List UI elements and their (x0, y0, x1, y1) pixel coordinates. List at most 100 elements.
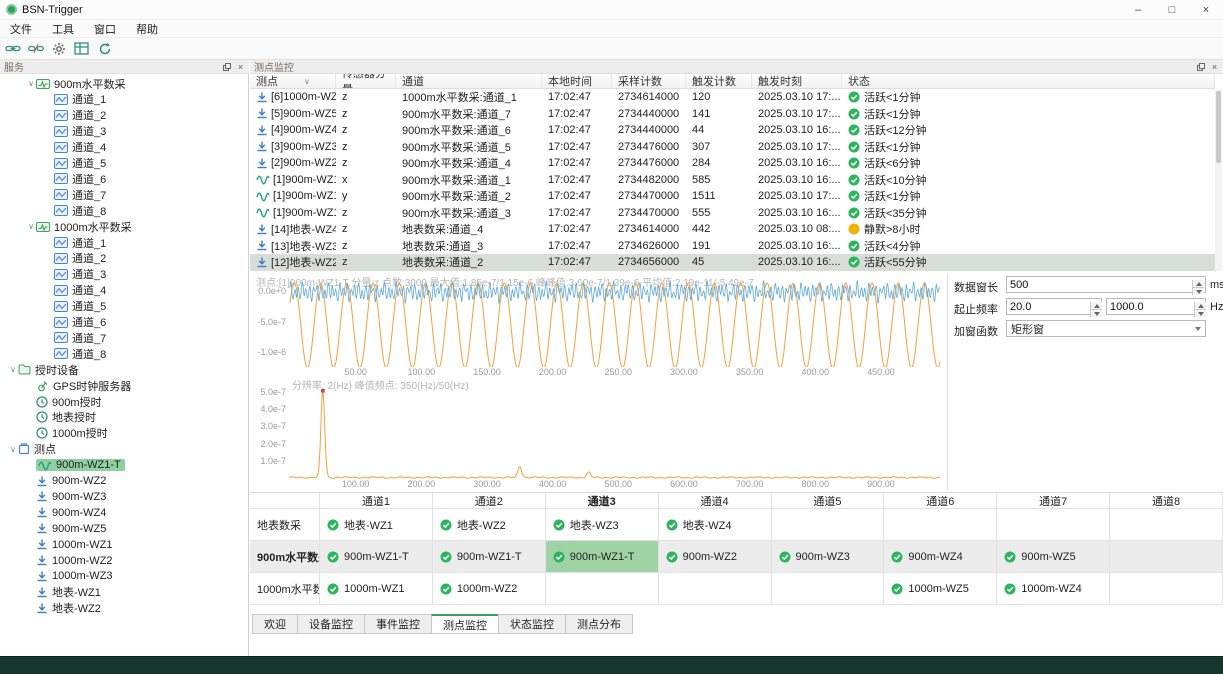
scrollbar-thumb[interactable] (1216, 91, 1221, 163)
tab-状态监控[interactable]: 状态监控 (498, 614, 566, 634)
freq-to-input[interactable] (1106, 298, 1206, 315)
freq-to-stepper[interactable] (1194, 302, 1206, 317)
table-row[interactable]: [1]900m-WZ1-Tz900m水平数采:通道_317:02:4727344… (250, 205, 1215, 222)
close-panel-icon[interactable]: × (235, 61, 246, 72)
close-button[interactable]: × (1189, 0, 1223, 19)
tree-item-900m-WZ5[interactable]: 900m-WZ5 (0, 521, 249, 536)
channel-cell[interactable] (546, 573, 659, 605)
menu-item-0[interactable]: 文件 (0, 20, 42, 37)
disconnect-icon[interactable] (25, 39, 46, 58)
gear-icon[interactable] (48, 39, 69, 58)
channel-cell[interactable]: 900m-WZ2 (659, 541, 772, 573)
channel-cell[interactable]: 地表-WZ3 (546, 509, 659, 541)
tree-item-900m-WZ2[interactable]: 900m-WZ2 (0, 474, 249, 489)
table-row[interactable]: [3]900m-WZ3z900m水平数采:通道_517:02:472734476… (250, 139, 1215, 156)
channel-cell[interactable] (659, 573, 772, 605)
float-panel-icon[interactable] (221, 61, 232, 72)
table-row[interactable]: [2]900m-WZ2z900m水平数采:通道_417:02:472734476… (250, 155, 1215, 172)
column-header-3[interactable]: 本地时间 (542, 74, 612, 88)
channel-cell[interactable] (884, 509, 997, 541)
tree-item-通道_8[interactable]: 通道_8 (0, 203, 249, 218)
channel-cell[interactable] (772, 509, 885, 541)
channel-cell[interactable]: 1000m-WZ2 (433, 573, 546, 605)
tree-item-通道_6[interactable]: 通道_6 (0, 171, 249, 186)
tab-设备监控[interactable]: 设备监控 (297, 614, 365, 634)
float-panel-icon[interactable] (1195, 61, 1206, 72)
column-header-0[interactable]: 测点∨ (250, 74, 336, 88)
column-header-4[interactable]: 采样计数 (612, 74, 686, 88)
tab-事件监控[interactable]: 事件监控 (364, 614, 432, 634)
channel-cell[interactable] (1110, 541, 1223, 573)
table-row[interactable]: [5]900m-WZ5z900m水平数采:通道_717:02:472734440… (250, 106, 1215, 123)
menu-item-2[interactable]: 窗口 (84, 20, 126, 37)
tree-item-900m授时[interactable]: 900m授时 (0, 394, 249, 409)
freq-from-stepper[interactable] (1090, 302, 1102, 317)
tree-item-通道_5[interactable]: 通道_5 (0, 156, 249, 171)
table-row[interactable]: [6]1000m-WZ1z1000m水平数采:通道_117:02:4727346… (250, 89, 1215, 106)
channel-cell[interactable]: 900m-WZ1-T (546, 541, 659, 573)
tree-item-授时设备[interactable]: ∨授时设备 (0, 362, 249, 377)
column-header-1[interactable]: 传感器分量 (336, 74, 396, 88)
expand-arrow-icon[interactable]: ∨ (8, 445, 18, 454)
tree-item-通道_5[interactable]: 通道_5 (0, 299, 249, 314)
close-panel-icon[interactable]: × (1209, 61, 1220, 72)
table-row[interactable]: [1]900m-WZ1-Ty900m水平数采:通道_217:02:4727344… (250, 188, 1215, 205)
channel-cell[interactable]: 900m-WZ1-T (320, 541, 433, 573)
table-row[interactable]: [14]地表-WZ4z地表数采:通道_417:02:47273461400044… (250, 221, 1215, 238)
tree-item-通道_2[interactable]: 通道_2 (0, 108, 249, 123)
channel-cell[interactable]: 900m-WZ5 (997, 541, 1110, 573)
tree-item-1000m授时[interactable]: 1000m授时 (0, 426, 249, 441)
expand-arrow-icon[interactable]: ∨ (8, 365, 18, 374)
tree-item-900m-WZ3[interactable]: 900m-WZ3 (0, 489, 249, 504)
channel-cell[interactable]: 地表-WZ4 (659, 509, 772, 541)
maximize-button[interactable]: □ (1155, 0, 1189, 19)
tree-item-通道_2[interactable]: 通道_2 (0, 251, 249, 266)
channel-cell[interactable] (997, 509, 1110, 541)
freq-from-input[interactable] (1006, 298, 1102, 315)
tree-item-通道_7[interactable]: 通道_7 (0, 330, 249, 345)
refresh-icon[interactable] (94, 39, 115, 58)
channel-cell[interactable]: 1000m-WZ5 (884, 573, 997, 605)
tree-item-1000m-WZ2[interactable]: 1000m-WZ2 (0, 553, 249, 568)
tree-item-通道_4[interactable]: 通道_4 (0, 140, 249, 155)
tree-item-通道_1[interactable]: 通道_1 (0, 235, 249, 250)
window-length-stepper[interactable] (1192, 280, 1204, 295)
column-header-5[interactable]: 触发计数 (686, 74, 752, 88)
tree-item-通道_4[interactable]: 通道_4 (0, 283, 249, 298)
channel-cell[interactable]: 900m-WZ4 (884, 541, 997, 573)
tree-item-900m-WZ1-T[interactable]: 900m-WZ1-T (0, 458, 249, 473)
tree-item-通道_3[interactable]: 通道_3 (0, 124, 249, 139)
tree-item-GPS时钟服务器[interactable]: GPS时钟服务器 (0, 378, 249, 393)
table-scrollbar[interactable] (1215, 89, 1222, 271)
channel-cell[interactable]: 900m-WZ1-T (433, 541, 546, 573)
expand-arrow-icon[interactable]: ∨ (26, 79, 36, 88)
channel-cell[interactable]: 1000m-WZ1 (320, 573, 433, 605)
minimize-button[interactable]: – (1121, 0, 1155, 19)
tree-item-1000m水平数采[interactable]: ∨1000m水平数采 (0, 219, 249, 234)
expand-arrow-icon[interactable]: ∨ (26, 222, 36, 231)
tree-item-通道_6[interactable]: 通道_6 (0, 315, 249, 330)
menu-item-1[interactable]: 工具 (42, 20, 84, 37)
tree-item-测点[interactable]: ∨测点 (0, 442, 249, 457)
channel-cell[interactable]: 1000m-WZ4 (997, 573, 1110, 605)
tree-item-900m-WZ4[interactable]: 900m-WZ4 (0, 505, 249, 520)
tree-item-1000m-WZ1[interactable]: 1000m-WZ1 (0, 537, 249, 552)
table-row[interactable]: [12]地表-WZ2z地表数采:通道_217:02:47273465600045… (250, 254, 1215, 271)
channel-cell[interactable]: 900m-WZ3 (772, 541, 885, 573)
tree-item-通道_1[interactable]: 通道_1 (0, 92, 249, 107)
column-header-2[interactable]: 通道 (396, 74, 542, 88)
column-header-7[interactable]: 状态 (842, 74, 1215, 88)
table-row[interactable]: [1]900m-WZ1-Tx900m水平数采:通道_117:02:4727344… (250, 172, 1215, 189)
tab-欢迎[interactable]: 欢迎 (252, 614, 298, 634)
connect-icon[interactable] (2, 39, 23, 58)
tree-item-通道_3[interactable]: 通道_3 (0, 267, 249, 282)
channel-cell[interactable]: 地表-WZ1 (320, 509, 433, 541)
tree-item-1000m-WZ3[interactable]: 1000m-WZ3 (0, 569, 249, 584)
channel-cell[interactable] (772, 573, 885, 605)
tree-item-地表-WZ1[interactable]: 地表-WZ1 (0, 585, 249, 600)
channel-cell[interactable] (1110, 509, 1223, 541)
tab-测点分布[interactable]: 测点分布 (565, 614, 633, 634)
tree-item-通道_7[interactable]: 通道_7 (0, 187, 249, 202)
table-row[interactable]: [4]900m-WZ4z900m水平数采:通道_617:02:472734440… (250, 122, 1215, 139)
tree-item-地表授时[interactable]: 地表授时 (0, 410, 249, 425)
